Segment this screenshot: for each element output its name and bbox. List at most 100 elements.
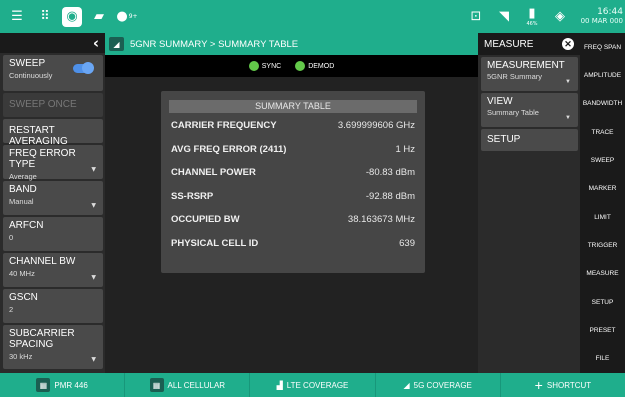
signal-icon: ◢ [109,37,124,51]
row-key: CARRIER FREQUENCY [171,120,277,131]
channel-bw-value: 40 MHz [9,269,35,278]
battery-icon: ▮ 46% [526,6,538,27]
chevron-down-icon: ▼ [565,115,571,121]
table-row: SS-RSRP -92.88 dBm [169,185,417,207]
menu-item-measure[interactable]: MEASURE [580,260,625,288]
gps-icon: ◈ [555,9,565,24]
row-key: SS-RSRP [171,190,214,202]
camera-icon[interactable]: ◉ [62,6,82,27]
info-icon[interactable]: ● 9+ [116,6,138,28]
tab-label: SHORTCUT [546,380,592,390]
gscn-value: 2 [9,305,14,314]
setup-button[interactable]: SETUP [481,129,578,151]
band-select[interactable]: BAND Manual ▼ [3,181,103,215]
measurement-select[interactable]: MEASUREMENT 5GNR Summary ▼ [481,57,578,91]
row-value: -80.83 dBm [365,167,415,178]
measurement-area: SUMMARY TABLE CARRIER FREQUENCY 3.699999… [105,77,478,373]
chevron-down-icon: ▼ [91,274,96,281]
back-button[interactable]: ‹ [0,33,105,53]
summary-table: SUMMARY TABLE CARRIER FREQUENCY 3.699999… [161,91,425,273]
menu-icon[interactable]: ☰ [6,6,28,28]
row-key: OCCUPIED BW [171,214,240,225]
subcarrier-spacing-select[interactable]: SUBCARRIER SPACING 30 kHz ▼ [3,325,103,369]
setup-label: SETUP [487,134,521,145]
signal-icon: ▟ [276,380,283,390]
measurement-value: 5GNR Summary [487,72,543,81]
restart-averaging-button[interactable]: RESTART AVERAGING [3,119,103,147]
tab-label: LTE COVERAGE [286,380,349,390]
menu-item-amplitude[interactable]: AMPLITUDE [580,61,625,89]
add-shortcut-button[interactable]: + SHORTCUT [501,373,625,397]
table-row: PHYSICAL CELL ID 639 [169,232,417,254]
row-key: PHYSICAL CELL ID [171,237,259,249]
menu-item-limit[interactable]: LIMIT [580,203,625,231]
demod-indicator: DEMOD [295,61,334,71]
chevron-down-icon: ▼ [91,356,96,363]
menu-item-trace[interactable]: TRACE [580,118,625,146]
measure-panel: MEASURE ✕ MEASUREMENT 5GNR Summary ▼ VIE… [478,33,580,373]
freq-error-type-select[interactable]: FREQ ERROR TYPE Average ▼ [3,145,103,181]
menu-item-setup[interactable]: SETUP [580,288,625,316]
menu-item-bandwidth[interactable]: BANDWIDTH [580,90,625,118]
table-row: CARRIER FREQUENCY 3.699999606 GHz [169,115,417,137]
sweep-once-label: SWEEP ONCE [9,99,77,110]
menu-item-freq-span[interactable]: FREQ SPAN [580,33,625,61]
table-row: CHANNEL POWER -80.83 dBm [169,162,417,184]
sweep-button[interactable]: SWEEP Continuously [3,55,103,91]
save-icon[interactable]: ▰ [88,6,110,28]
tab-pmr-446[interactable]: ▦ PMR 446 [0,373,126,397]
sync-status-row: SYNC DEMOD [105,55,478,77]
gscn-field[interactable]: GSCN 2 [3,289,103,323]
row-key: AVG FREQ ERROR (2411) [171,143,287,155]
demod-dot-icon [295,61,306,71]
row-value: 639 [399,237,415,249]
chevron-down-icon: ▼ [91,166,96,173]
gscn-label: GSCN [9,292,38,303]
arfcn-label: ARFCN [9,220,44,231]
chevron-down-icon: ▼ [565,79,571,85]
measurement-label: MEASUREMENT [487,60,565,71]
preset-icon: ▦ [149,378,164,392]
band-value: Manual [9,197,34,206]
table-row: OCCUPIED BW 38.163673 MHz [169,209,417,231]
clock-time: 16:44 [597,6,623,17]
sweep-toggle[interactable] [73,62,94,74]
menu-item-marker[interactable]: MARKER [580,175,625,203]
clock-date: 00 MAR 000 [580,16,623,25]
menu-item-sweep[interactable]: SWEEP [580,146,625,174]
sync-label: SYNC [261,62,282,70]
row-value: 3.699999606 GHz [337,120,415,131]
measure-panel-title: MEASURE [484,38,534,50]
menu-item-file[interactable]: FILE [580,345,625,373]
chevron-down-icon: ▼ [91,202,96,209]
row-value: -92.88 dBm [365,190,415,202]
close-icon[interactable]: ✕ [562,38,574,50]
view-value: Summary Table [487,108,539,117]
view-select[interactable]: VIEW Summary Table ▼ [481,93,578,127]
grid-icon[interactable]: ⠿ [34,6,56,28]
tab-label: ALL CELLULAR [167,380,226,390]
menu-item-trigger[interactable]: TRIGGER [580,231,625,259]
freq-error-type-value: Average [9,172,37,181]
summary-table-title: SUMMARY TABLE [169,100,417,113]
tab-lte-coverage[interactable]: ▟ LTE COVERAGE [250,373,376,397]
plus-icon: + [534,377,543,393]
channel-bw-label: CHANNEL BW [9,256,76,267]
left-settings-panel: ‹ SWEEP Continuously SWEEP ONCE RESTART … [0,33,105,373]
tab-all-cellular[interactable]: ▦ ALL CELLULAR [125,373,251,397]
sync-dot-icon [248,61,259,71]
export-icon[interactable]: ⊡ [465,6,487,28]
tab-5g-coverage[interactable]: ◢ 5G COVERAGE [376,373,501,397]
arfcn-field[interactable]: ARFCN 0 [3,217,103,251]
row-value: 1 Hz [395,143,415,155]
channel-bw-select[interactable]: CHANNEL BW 40 MHz ▼ [3,253,103,287]
sync-indicator: SYNC [248,61,282,71]
arfcn-value: 0 [9,233,14,242]
tab-label: PMR 446 [54,380,88,390]
wifi-icon: ◥ [499,9,509,24]
measure-panel-header: MEASURE ✕ [478,33,580,55]
freq-error-type-label: FREQ ERROR TYPE [9,148,76,170]
row-key: CHANNEL POWER [171,167,256,178]
menu-item-preset[interactable]: PRESET [580,316,625,344]
signal-icon: ◢ [403,380,410,390]
